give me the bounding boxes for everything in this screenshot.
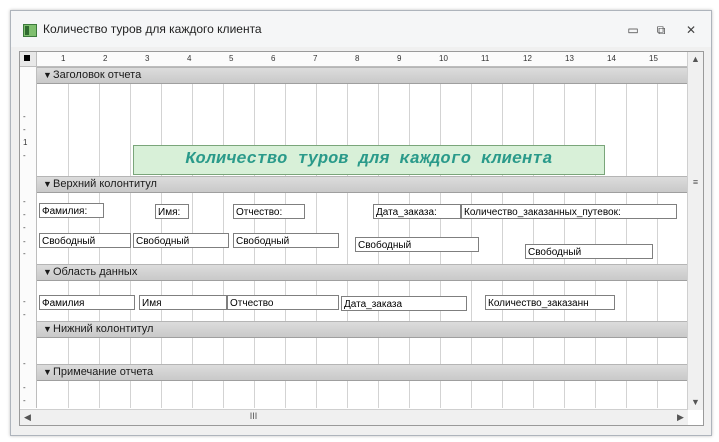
scroll-right-icon[interactable]: ▶ — [673, 410, 688, 425]
scroll-down-icon[interactable]: ▼ — [688, 395, 703, 410]
section-arrow-icon: ▼ — [43, 70, 52, 80]
grid-line — [595, 67, 596, 408]
label-order-count[interactable]: Количество_заказанных_путевок: — [461, 204, 677, 219]
horizontal-ruler[interactable]: 1 2 3 4 5 6 7 8 9 10 11 12 13 14 15 — [37, 52, 687, 67]
section-report-footer[interactable]: ▼ Примечание отчета — [37, 364, 697, 381]
scroll-thumb-grip[interactable]: III — [246, 409, 261, 424]
section-report-header[interactable]: ▼ Заголовок отчета — [37, 67, 697, 84]
ruler-tick: 4 — [187, 54, 192, 63]
field-order-count[interactable]: Количество_заказанн — [485, 295, 615, 310]
unbound-field-2[interactable]: Свободный — [133, 233, 229, 248]
section-arrow-icon: ▼ — [43, 367, 52, 377]
vruler-label-1: 1 — [23, 138, 28, 147]
grid-line — [502, 67, 503, 408]
field-middlename[interactable]: Отчество — [227, 295, 339, 310]
section-label: Заголовок отчета — [53, 69, 142, 81]
ruler-tick: 6 — [271, 54, 276, 63]
vertical-scrollbar[interactable]: ▲ ≡ ▼ — [687, 52, 703, 410]
scroll-up-icon[interactable]: ▲ — [688, 52, 703, 67]
section-label: Верхний колонтитул — [53, 178, 157, 190]
scroll-left-icon[interactable]: ◀ — [20, 410, 35, 425]
minimize-icon[interactable]: ▭ — [625, 23, 641, 37]
section-arrow-icon: ▼ — [43, 324, 52, 334]
section-label: Нижний колонтитул — [53, 323, 154, 335]
ruler-tick: 14 — [607, 54, 616, 63]
grid-line — [347, 67, 348, 408]
field-order-date[interactable]: Дата_заказа — [341, 296, 467, 311]
window-title: Количество туров для каждого клиента — [43, 22, 262, 36]
field-firstname[interactable]: Имя — [139, 295, 227, 310]
report-icon — [23, 24, 37, 37]
ruler-tick: 13 — [565, 54, 574, 63]
report-design-window: Количество туров для каждого клиента ▭ ⧉… — [10, 10, 712, 436]
label-firstname[interactable]: Имя: — [155, 204, 189, 219]
horizontal-scrollbar[interactable]: ◀ III ▶ — [20, 409, 688, 425]
ruler-tick: 7 — [313, 54, 318, 63]
section-page-header[interactable]: ▼ Верхний колонтитул — [37, 176, 697, 193]
section-page-footer[interactable]: ▼ Нижний колонтитул — [37, 321, 697, 338]
scroll-thumb-grip-icon[interactable]: ≡ — [688, 175, 703, 190]
grid-line — [533, 67, 534, 408]
ruler-tick: 12 — [523, 54, 532, 63]
section-detail[interactable]: ▼ Область данных — [37, 264, 697, 281]
ruler-tick: 10 — [439, 54, 448, 63]
grid-line — [626, 67, 627, 408]
ruler-tick: 3 — [145, 54, 150, 63]
section-arrow-icon: ▼ — [43, 179, 52, 189]
ruler-tick: 9 — [397, 54, 402, 63]
unbound-field-5[interactable]: Свободный — [525, 244, 653, 259]
section-arrow-icon: ▼ — [43, 267, 52, 277]
vertical-ruler[interactable]: - - 1 - - - - - - - - - - - — [20, 67, 37, 408]
ruler-tick: 11 — [481, 54, 490, 63]
label-middlename[interactable]: Отчество: — [233, 204, 305, 219]
close-icon[interactable]: ✕ — [683, 23, 699, 37]
window-titlebar[interactable]: Количество туров для каждого клиента ▭ ⧉… — [11, 11, 711, 47]
ruler-tick: 15 — [649, 54, 658, 63]
unbound-field-4[interactable]: Свободный — [355, 237, 479, 252]
grid-line — [564, 67, 565, 408]
report-selector-icon — [24, 55, 30, 61]
unbound-field-1[interactable]: Свободный — [39, 233, 131, 248]
report-title-label[interactable]: Количество туров для каждого клиента — [133, 145, 605, 175]
field-lastname[interactable]: Фамилия — [39, 295, 135, 310]
maximize-icon[interactable]: ⧉ — [653, 23, 669, 37]
ruler-tick: 5 — [229, 54, 234, 63]
section-label: Область данных — [53, 266, 138, 278]
label-order-date[interactable]: Дата_заказа: — [373, 204, 461, 219]
report-design-area[interactable]: 1 2 3 4 5 6 7 8 9 10 11 12 13 14 15 - - 1 - - - - - - … — [19, 51, 704, 426]
ruler-tick: 8 — [355, 54, 360, 63]
ruler-tick: 1 — [61, 54, 66, 63]
design-canvas[interactable]: ▼ Заголовок отчета Количество туров для … — [37, 67, 697, 408]
ruler-tick: 2 — [103, 54, 108, 63]
section-label: Примечание отчета — [53, 366, 154, 378]
label-lastname[interactable]: Фамилия: — [39, 203, 104, 218]
grid-line — [657, 67, 658, 408]
select-report-box[interactable] — [20, 52, 37, 67]
unbound-field-3[interactable]: Свободный — [233, 233, 339, 248]
